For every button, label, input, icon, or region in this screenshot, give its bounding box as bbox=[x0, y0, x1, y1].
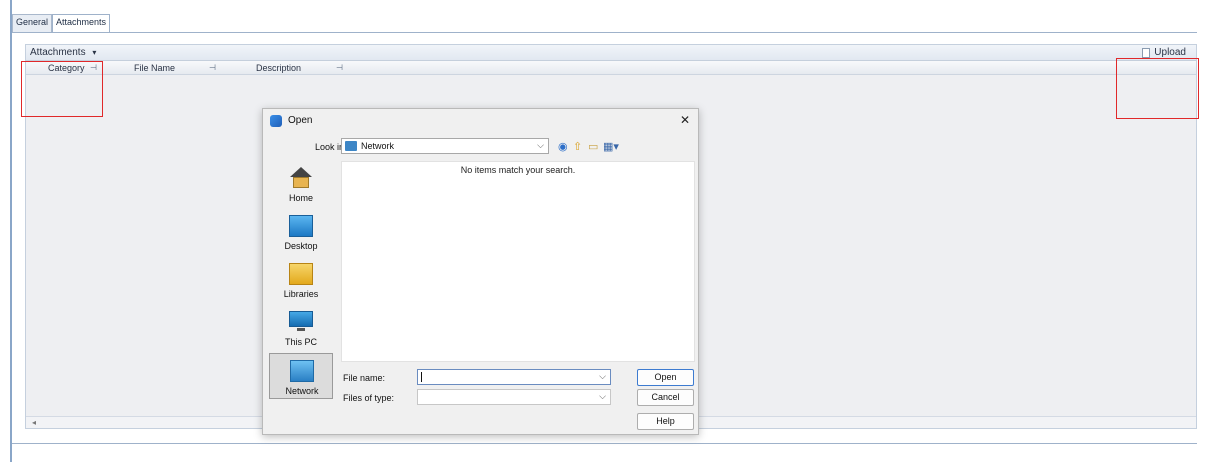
document-icon bbox=[1142, 47, 1151, 58]
place-label: This PC bbox=[284, 337, 317, 347]
empty-message: No items match your search. bbox=[460, 165, 576, 175]
dialog-title: Open bbox=[288, 115, 313, 126]
column-header-description[interactable]: Description ⊣ bbox=[256, 63, 343, 73]
chevron-down-icon[interactable]: ⌵ bbox=[599, 391, 606, 402]
chevron-down-icon[interactable]: ⌵ bbox=[599, 371, 606, 382]
tab-divider bbox=[12, 32, 1197, 33]
monitor-stand bbox=[297, 328, 305, 331]
files-of-type-label: Files of type: bbox=[343, 393, 395, 403]
annotation-box-upload bbox=[1116, 58, 1199, 119]
place-label: Network bbox=[285, 386, 319, 396]
place-home[interactable]: Home bbox=[269, 161, 333, 207]
back-icon[interactable]: ◉ bbox=[558, 140, 568, 153]
column-label: File Name bbox=[134, 63, 176, 73]
column-header-file-name[interactable]: File Name ⊣ bbox=[134, 63, 216, 73]
upload-button[interactable]: Upload bbox=[1142, 47, 1186, 58]
app-window: General Attachments Attachments ▾ Upload… bbox=[0, 0, 1211, 462]
file-name-input[interactable]: ⌵ bbox=[417, 369, 611, 385]
column-label: Description bbox=[256, 63, 302, 73]
place-label: Home bbox=[288, 193, 313, 203]
place-libraries[interactable]: Libraries bbox=[269, 257, 333, 303]
dialog-title-bar: Open ✕ bbox=[263, 109, 698, 133]
place-desktop[interactable]: Desktop bbox=[269, 209, 333, 255]
new-folder-icon[interactable]: ▭ bbox=[588, 140, 598, 153]
tab-general[interactable]: General bbox=[12, 14, 53, 32]
this-pc-icon bbox=[289, 311, 313, 327]
open-file-dialog: Open ✕ Look in: Network ⌵ ◉ ⇧ ▭ ▦▾ Home … bbox=[262, 108, 699, 435]
up-folder-icon[interactable]: ⇧ bbox=[573, 140, 582, 153]
app-icon bbox=[270, 115, 282, 127]
panel-header: Attachments ▾ Upload bbox=[26, 45, 1196, 61]
place-network[interactable]: Network bbox=[269, 353, 333, 399]
tab-bar: General Attachments bbox=[12, 14, 111, 32]
grid-header: Category ⊣ File Name ⊣ Description ⊣ bbox=[26, 61, 1196, 75]
cancel-button[interactable]: Cancel bbox=[637, 389, 694, 406]
dropdown-caret-icon: ▾ bbox=[92, 48, 97, 57]
place-this-pc[interactable]: This PC bbox=[269, 305, 333, 351]
scroll-left-icon[interactable]: ◂ bbox=[32, 418, 36, 427]
bottom-divider bbox=[12, 443, 1197, 444]
panel-title[interactable]: Attachments ▾ bbox=[30, 47, 96, 58]
window-left-border bbox=[10, 0, 12, 462]
close-icon[interactable]: ✕ bbox=[680, 113, 690, 127]
panel-title-text: Attachments bbox=[30, 47, 86, 58]
place-label: Libraries bbox=[283, 289, 319, 299]
annotation-box-category bbox=[21, 61, 103, 117]
text-caret bbox=[421, 372, 422, 382]
open-button[interactable]: Open bbox=[637, 369, 694, 386]
look-in-dropdown[interactable]: Network ⌵ bbox=[341, 138, 549, 154]
view-menu-icon[interactable]: ▦▾ bbox=[603, 140, 619, 153]
network-icon bbox=[345, 141, 357, 151]
place-label: Desktop bbox=[284, 241, 318, 251]
chevron-down-icon[interactable]: ⌵ bbox=[537, 140, 544, 151]
pin-icon[interactable]: ⊣ bbox=[209, 63, 216, 72]
files-of-type-select[interactable]: ⌵ bbox=[417, 389, 611, 405]
upload-label: Upload bbox=[1154, 47, 1186, 58]
look-in-value: Network bbox=[361, 141, 395, 151]
file-name-label: File name: bbox=[343, 373, 386, 383]
network-icon bbox=[290, 360, 314, 382]
file-list[interactable]: No items match your search. bbox=[341, 161, 695, 362]
help-button[interactable]: Help bbox=[637, 413, 694, 430]
pin-icon[interactable]: ⊣ bbox=[336, 63, 343, 72]
home-icon bbox=[289, 167, 313, 189]
places-bar: Home Desktop Libraries This PC Network bbox=[269, 161, 333, 411]
libraries-icon bbox=[289, 263, 313, 285]
desktop-icon bbox=[289, 215, 313, 237]
tab-attachments[interactable]: Attachments bbox=[52, 14, 111, 32]
